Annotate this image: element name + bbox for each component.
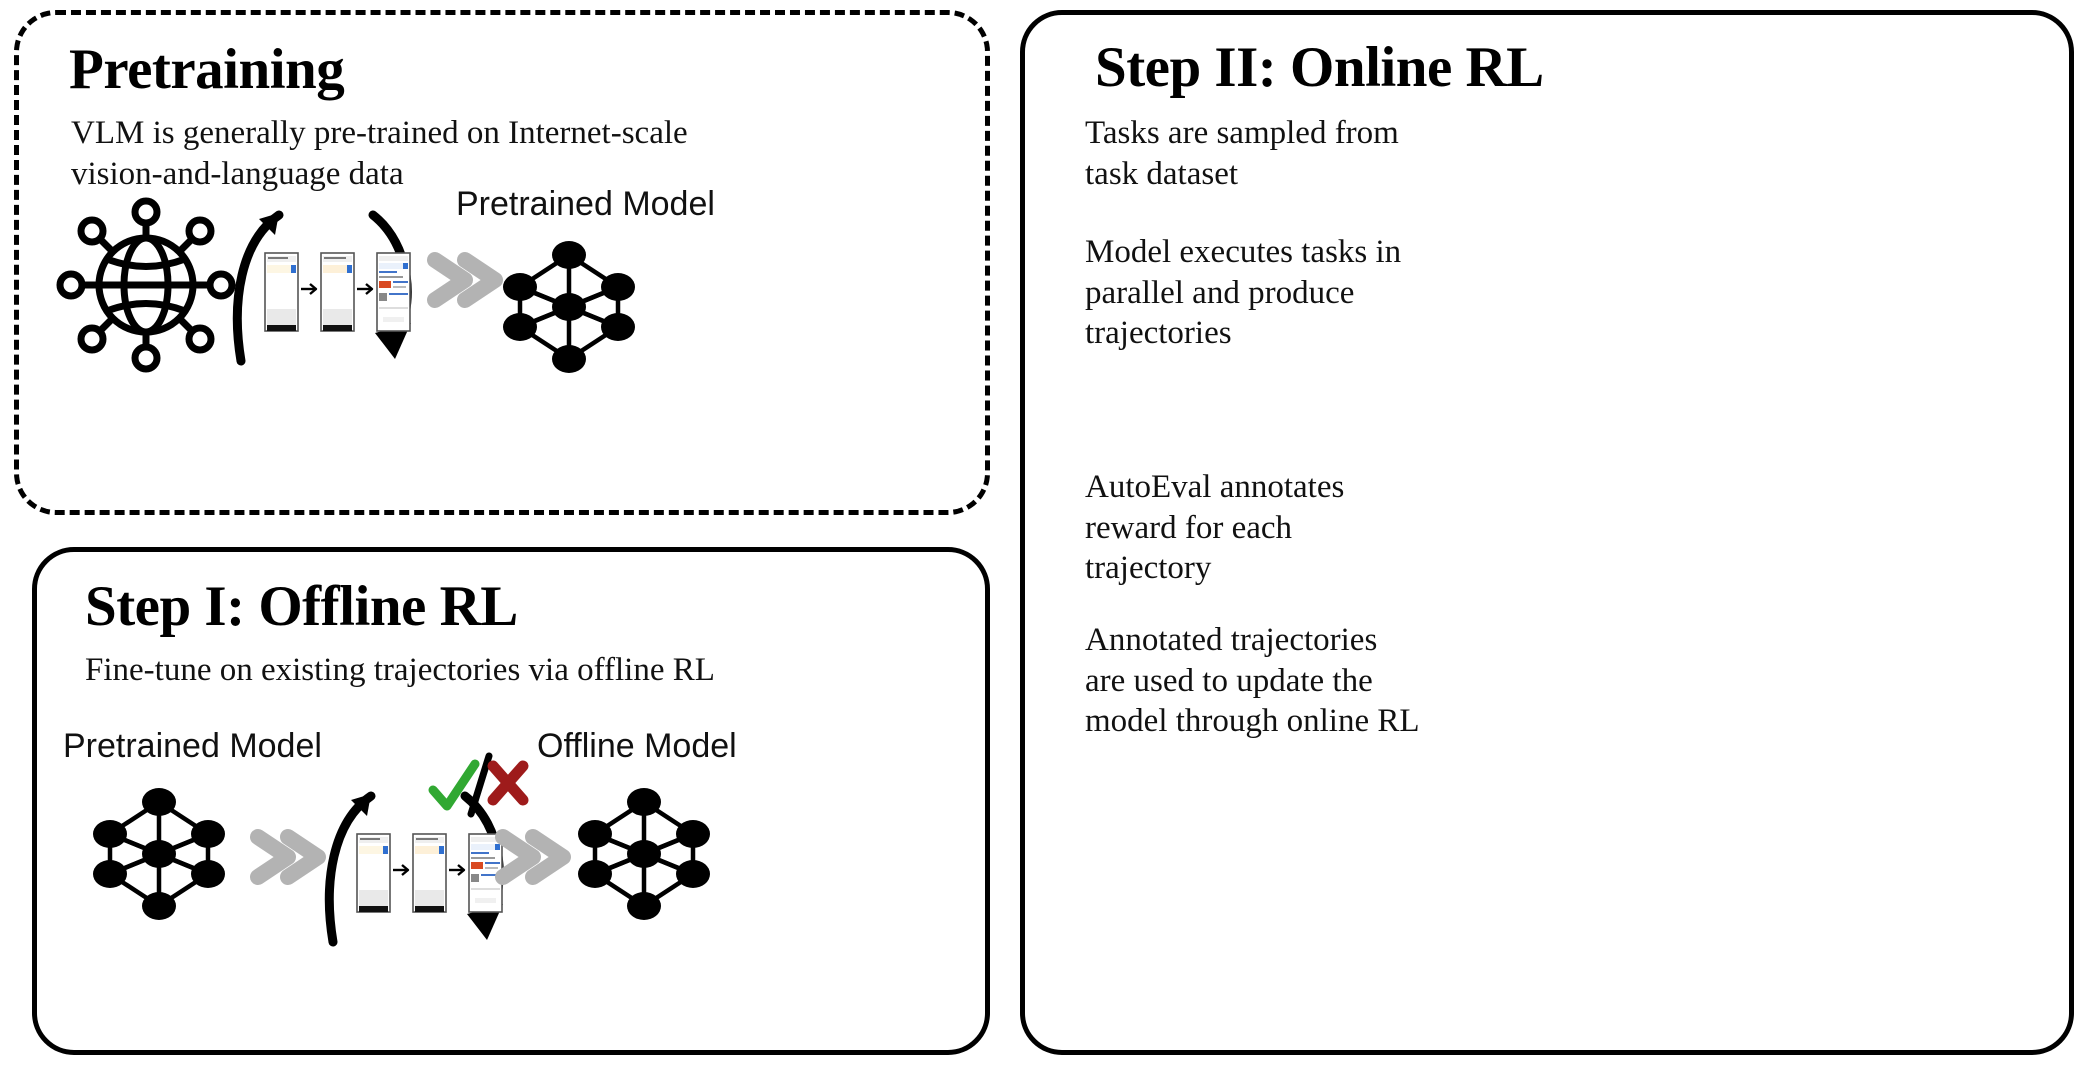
pretrained-model-label: Pretrained Model	[456, 185, 715, 223]
panel-offline-title: Step I: Offline RL	[85, 575, 518, 638]
gray-right-arrow-icon-1	[250, 827, 327, 887]
panel-pretraining-title: Pretraining	[69, 38, 345, 101]
online-step-text-2: Model executes tasks in parallel and pro…	[1085, 234, 1402, 352]
panel-offline-body: Fine-tune on existing trajectories via o…	[85, 652, 715, 688]
online-step-text-3: AutoEval annotates reward for each traje…	[1085, 469, 1345, 587]
online-step-text-1: Tasks are sampled from task dataset	[1085, 115, 1399, 192]
diagram-canvas: Pretraining VLM is generally pre-trained…	[0, 0, 2088, 1072]
panel-pretraining-body: VLM is generally pre-trained on Internet…	[71, 115, 688, 192]
reward-annotation-group	[427, 752, 537, 822]
neural-network-icon-output	[577, 784, 712, 924]
online-step-text-4: Annotated trajectories are used to updat…	[1085, 622, 1420, 740]
cross-icon	[487, 760, 529, 806]
neural-network-icon-input	[92, 784, 227, 924]
gray-right-arrow-icon-2	[495, 827, 572, 887]
offline-input-model-label: Pretrained Model	[63, 727, 322, 765]
offline-output-model-label: Offline Model	[537, 727, 737, 765]
panel-online-title: Step II: Online RL	[1095, 36, 1544, 99]
trajectory-loop-icon	[232, 201, 420, 366]
neural-network-icon	[502, 237, 637, 377]
globe-network-icon	[56, 197, 236, 373]
check-icon	[428, 759, 480, 811]
panel-offline-rl: Step I: Offline RL Fine-tune on existing…	[32, 547, 990, 1055]
panel-pretraining: Pretraining VLM is generally pre-trained…	[14, 10, 990, 515]
panel-online-rl: Step II: Online RL Tasks are sampled fro…	[1020, 10, 2074, 1055]
gray-right-arrow-icon	[427, 250, 504, 310]
